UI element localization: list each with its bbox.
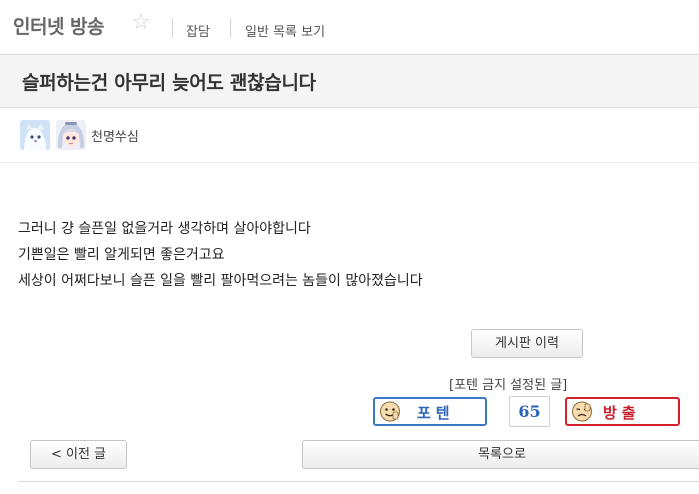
vote-count: 65 bbox=[509, 396, 550, 427]
back-to-list-button[interactable]: 목록으로 bbox=[302, 440, 699, 469]
normal-list-link[interactable]: 일반 목록 보기 bbox=[245, 21, 325, 40]
board-title[interactable]: 인터넷 방송 bbox=[13, 12, 105, 39]
star-outline-icon[interactable]: ☆ bbox=[131, 10, 151, 35]
author-level-icon bbox=[20, 120, 50, 150]
thumbs-down-face-icon bbox=[571, 401, 593, 422]
divider bbox=[172, 18, 173, 38]
body-line: 기쁜일은 빨리 알게되면 좋은거고요 bbox=[18, 247, 225, 263]
post-title: 슬퍼하는건 아무리 늦어도 괜찮습니다 bbox=[22, 72, 316, 94]
author-row: 천명쑤심 bbox=[0, 108, 699, 163]
upvote-label: 포텐 bbox=[417, 404, 455, 422]
body-line: 세상이 어쩌다보니 슬픈 일을 빨리 팔아먹으려는 놈들이 많아졌습니다 bbox=[18, 273, 423, 289]
author-avatar[interactable] bbox=[56, 120, 86, 150]
previous-post-button[interactable]: < 이전 글 bbox=[30, 440, 127, 469]
downvote-label: 방출 bbox=[603, 404, 641, 422]
downvote-button[interactable]: 방출 bbox=[565, 397, 680, 426]
post-body: 그러니 걍 슬픈일 없을거라 생각하며 살아야합니다 기쁜일은 빨리 알게되면 … bbox=[18, 216, 423, 294]
thumbs-up-face-icon bbox=[379, 401, 401, 422]
category-link-chat[interactable]: 잡담 bbox=[186, 21, 210, 40]
divider bbox=[18, 481, 699, 482]
board-header: 인터넷 방송 ☆ 잡담 일반 목록 보기 bbox=[0, 0, 699, 54]
divider bbox=[230, 18, 231, 38]
author-name[interactable]: 천명쑤심 bbox=[91, 126, 139, 145]
potent-ban-notice: [포텐 금지 설정된 글] bbox=[449, 378, 568, 393]
body-line: 그러니 걍 슬픈일 없을거라 생각하며 살아야합니다 bbox=[18, 221, 311, 237]
post-title-bar: 슬퍼하는건 아무리 늦어도 괜찮습니다 bbox=[0, 54, 699, 108]
board-history-button[interactable]: 게시판 이력 bbox=[471, 329, 583, 358]
upvote-button[interactable]: 포텐 bbox=[373, 397, 487, 426]
